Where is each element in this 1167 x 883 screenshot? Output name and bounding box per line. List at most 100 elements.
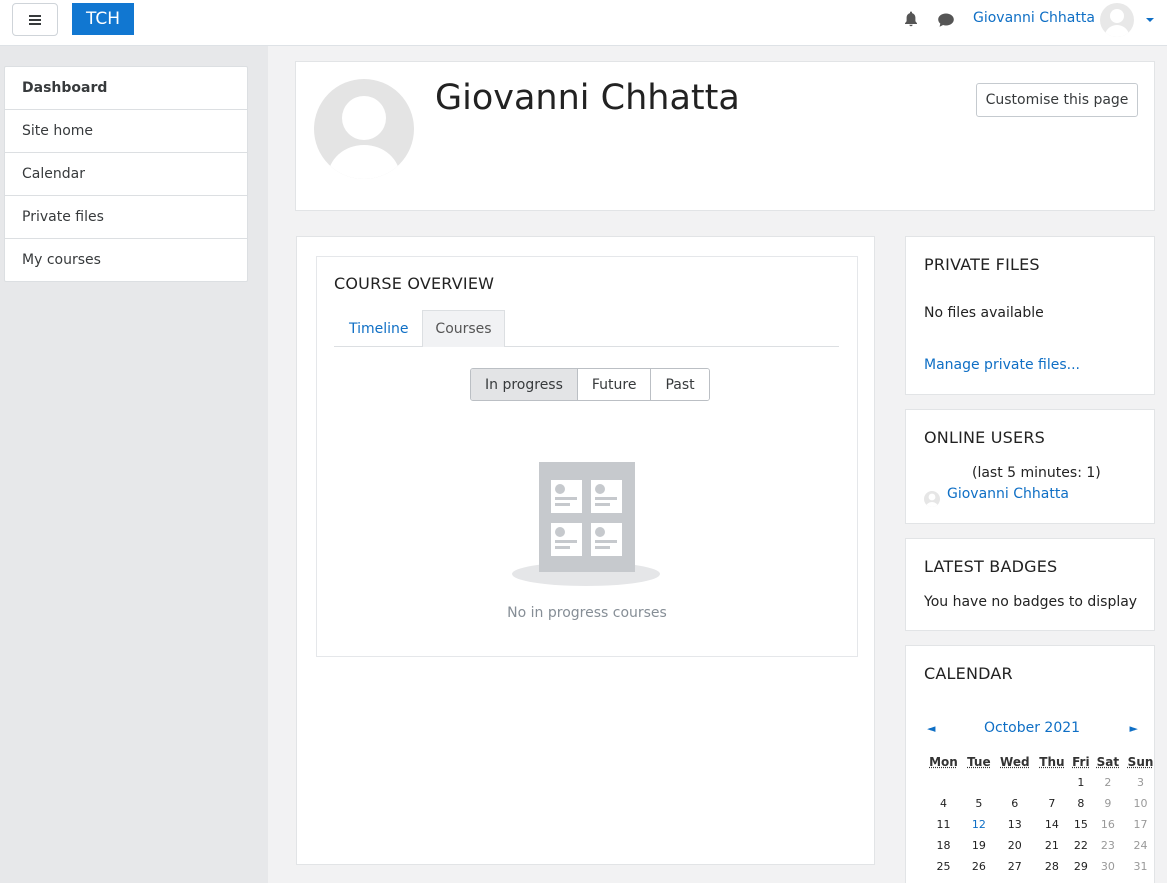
calendar-day[interactable]: 29: [1069, 856, 1093, 877]
chevron-down-icon[interactable]: [1146, 18, 1154, 22]
private-files-empty: No files available: [924, 305, 1044, 321]
calendar-day[interactable]: 28: [1035, 856, 1069, 877]
calendar-block: CALENDAR October 2021 ◄ ► Mon Tue Wed Th…: [905, 645, 1155, 883]
nav-item-site-home[interactable]: Site home: [5, 110, 247, 153]
calendar-day[interactable]: 11: [924, 814, 963, 835]
calendar-day[interactable]: 8: [1069, 793, 1093, 814]
course-overview-tabs: Timeline Courses: [334, 310, 839, 347]
calendar-day[interactable]: 13: [995, 814, 1035, 835]
calendar-day[interactable]: 18: [924, 835, 963, 856]
calendar-day[interactable]: 1: [1069, 772, 1093, 793]
course-filter-group: In progress Future Past: [470, 368, 710, 401]
calendar-day[interactable]: 12: [963, 814, 995, 835]
calendar-day[interactable]: 14: [1035, 814, 1069, 835]
profile-avatar: [314, 79, 414, 179]
calendar-day[interactable]: 2: [1093, 772, 1123, 793]
no-courses-illustration: [512, 462, 660, 586]
calendar-week-row: 123: [924, 772, 1158, 793]
calendar-week-row: 11 12 13 14 15 16 17: [924, 814, 1158, 835]
weekday-header: Thu: [1039, 754, 1065, 769]
page-title: Giovanni Chhatta: [435, 78, 740, 118]
latest-badges-block: LATEST BADGES You have no badges to disp…: [905, 538, 1155, 631]
calendar-day[interactable]: 22: [1069, 835, 1093, 856]
private-files-title: PRIVATE FILES: [924, 255, 1040, 274]
calendar-header: October 2021 ◄ ►: [924, 720, 1140, 740]
site-brand[interactable]: TCH: [72, 3, 134, 35]
latest-badges-text: You have no badges to display: [924, 594, 1138, 610]
calendar-day[interactable]: 19: [963, 835, 995, 856]
filter-past-button[interactable]: Past: [651, 369, 709, 400]
nav-item-private-files[interactable]: Private files: [5, 196, 247, 239]
weekday-header: Sat: [1096, 754, 1120, 769]
calendar-day-empty: [924, 772, 963, 793]
online-users-block: ONLINE USERS (last 5 minutes: 1) Giovann…: [905, 409, 1155, 524]
calendar-day[interactable]: 20: [995, 835, 1035, 856]
calendar-days: 1 2 3 4 5 6 7 8 9 10 11 12 13 14 15 16 17 18 19 20 21 22 23 24 2…: [924, 772, 1158, 877]
tab-courses[interactable]: Courses: [422, 310, 505, 347]
calendar-day[interactable]: 27: [995, 856, 1035, 877]
calendar-day[interactable]: 5: [963, 793, 995, 814]
calendar-day[interactable]: 17: [1123, 814, 1158, 835]
nav-list: Dashboard Site home Calendar Private fil…: [4, 66, 248, 282]
online-users-period: (last 5 minutes: 1): [972, 465, 1101, 481]
nav-item-calendar[interactable]: Calendar: [5, 153, 247, 196]
calendar-day-empty: [1035, 772, 1069, 793]
course-overview-block: COURSE OVERVIEW Timeline Courses In prog…: [296, 236, 875, 865]
online-user-link[interactable]: Giovanni Chhatta: [947, 486, 1069, 502]
calendar-day[interactable]: 25: [924, 856, 963, 877]
calendar-day[interactable]: 3: [1123, 772, 1158, 793]
online-user-avatar: [924, 491, 940, 507]
messages-icon[interactable]: [937, 12, 955, 28]
user-menu-name[interactable]: Giovanni Chhatta: [973, 10, 1095, 26]
calendar-title: CALENDAR: [924, 664, 1013, 683]
online-users-title: ONLINE USERS: [924, 428, 1046, 447]
weekday-header: Wed: [1000, 754, 1030, 769]
calendar-month-link[interactable]: October 2021: [924, 720, 1140, 736]
user-avatar[interactable]: [1100, 3, 1134, 37]
prev-month-icon[interactable]: ◄: [927, 722, 935, 735]
calendar-day[interactable]: 10: [1123, 793, 1158, 814]
calendar-day[interactable]: 15: [1069, 814, 1093, 835]
nav-item-my-courses[interactable]: My courses: [5, 239, 247, 281]
calendar-day[interactable]: 23: [1093, 835, 1123, 856]
menu-toggle-button[interactable]: [12, 3, 58, 36]
weekday-header: Tue: [967, 754, 991, 769]
calendar-day[interactable]: 24: [1123, 835, 1158, 856]
private-files-block: PRIVATE FILES No files available Manage …: [905, 236, 1155, 395]
calendar-day[interactable]: 30: [1093, 856, 1123, 877]
calendar-day[interactable]: 16: [1093, 814, 1123, 835]
weekday-header: Mon: [929, 754, 958, 769]
tab-timeline[interactable]: Timeline: [334, 310, 424, 347]
calendar-day-empty: [995, 772, 1035, 793]
nav-drawer: Dashboard Site home Calendar Private fil…: [0, 46, 268, 883]
calendar-week-row: 18 19 20 21 22 23 24: [924, 835, 1158, 856]
empty-courses-message: No in progress courses: [507, 605, 667, 621]
weekday-header: Fri: [1072, 754, 1090, 769]
calendar-day[interactable]: 31: [1123, 856, 1158, 877]
calendar-grid: Mon Tue Wed Thu Fri Sat Sun 1 2 3 4 5 6 7 8 9 10 1…: [924, 751, 1158, 877]
calendar-weekday-row: Mon Tue Wed Thu Fri Sat Sun: [924, 751, 1158, 772]
next-month-icon[interactable]: ►: [1130, 722, 1138, 735]
nav-item-dashboard[interactable]: Dashboard: [5, 67, 247, 110]
calendar-day[interactable]: 26: [963, 856, 995, 877]
page-header: Giovanni Chhatta Customise this page: [295, 61, 1155, 211]
course-overview-title: COURSE OVERVIEW: [334, 274, 495, 293]
calendar-day[interactable]: 21: [1035, 835, 1069, 856]
calendar-week-row: 25 26 27 28 29 30 31: [924, 856, 1158, 877]
hamburger-icon: [29, 14, 41, 25]
filter-future-button[interactable]: Future: [577, 369, 652, 400]
calendar-day[interactable]: 6: [995, 793, 1035, 814]
latest-badges-title: LATEST BADGES: [924, 557, 1058, 576]
calendar-day-empty: [963, 772, 995, 793]
course-overview-panel: COURSE OVERVIEW Timeline Courses In prog…: [316, 256, 858, 657]
calendar-day[interactable]: 4: [924, 793, 963, 814]
filter-in-progress-button[interactable]: In progress: [471, 369, 578, 400]
calendar-day[interactable]: 7: [1035, 793, 1069, 814]
customise-page-button[interactable]: Customise this page: [976, 83, 1138, 117]
weekday-header: Sun: [1127, 754, 1154, 769]
calendar-day[interactable]: 9: [1093, 793, 1123, 814]
calendar-week-row: 4 5 6 7 8 9 10: [924, 793, 1158, 814]
notification-bell-icon[interactable]: [904, 11, 918, 27]
top-navbar: TCH Giovanni Chhatta: [0, 0, 1167, 46]
manage-private-files-link[interactable]: Manage private files...: [924, 357, 1080, 373]
